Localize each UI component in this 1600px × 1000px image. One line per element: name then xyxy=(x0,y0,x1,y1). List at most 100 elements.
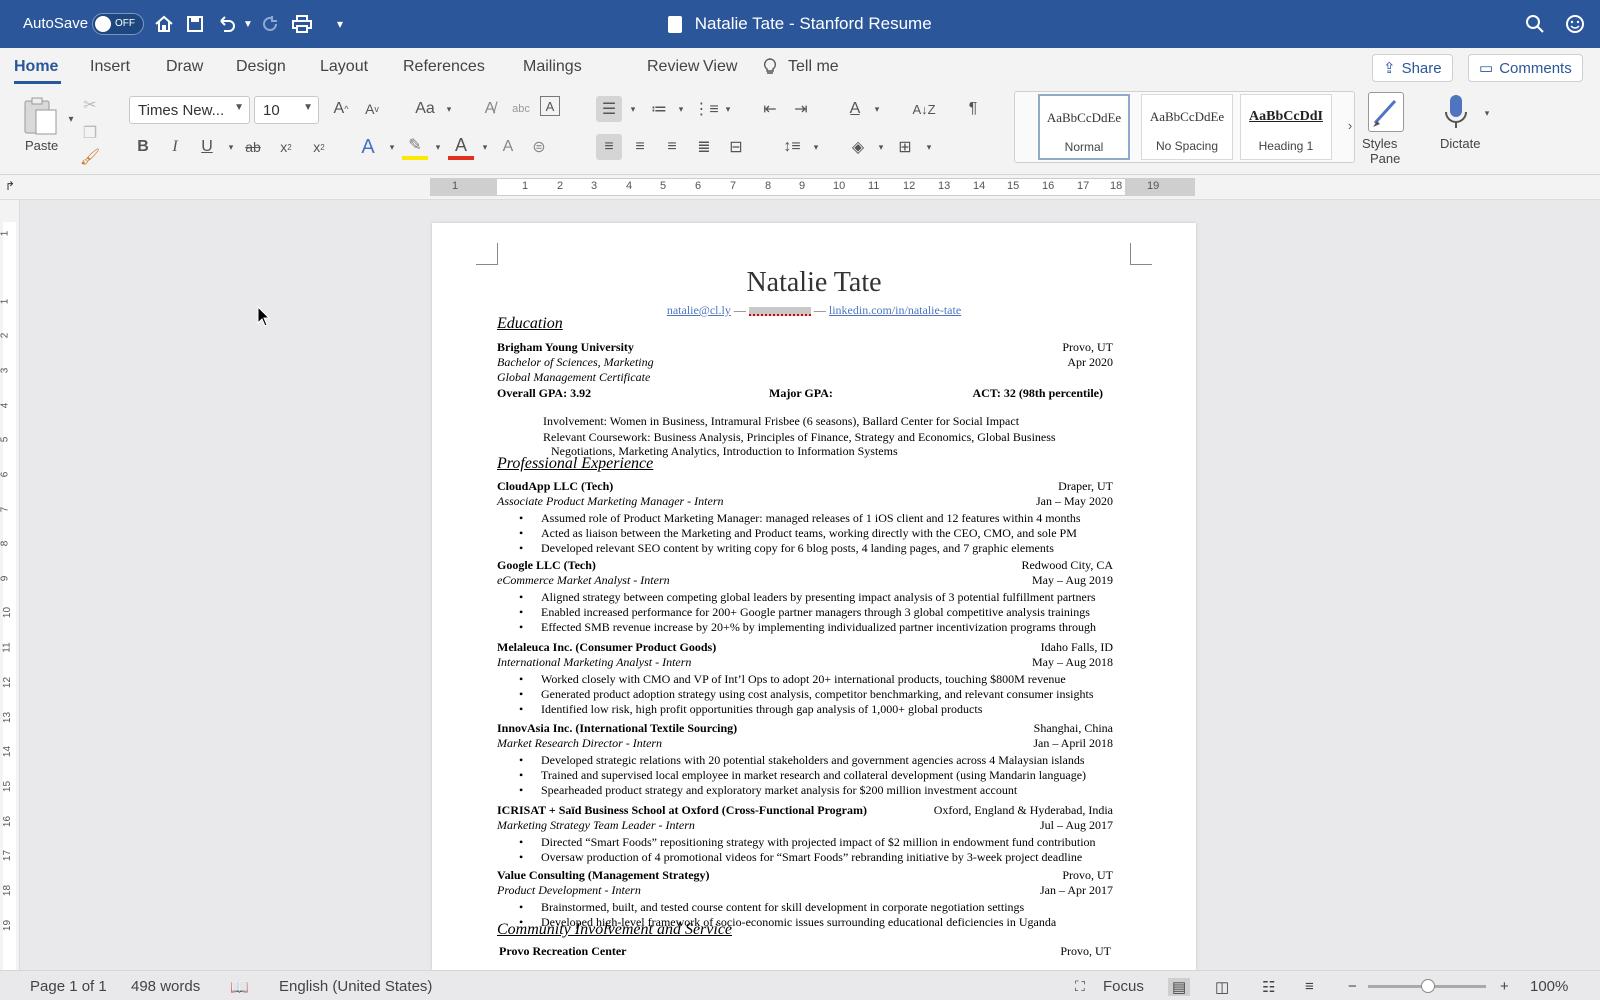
text-box-icon[interactable]: A xyxy=(540,96,560,116)
justify-button[interactable]: ≣ xyxy=(691,134,717,160)
format-painter-icon[interactable]: 🖌 xyxy=(77,144,103,170)
share-button[interactable]: ⇪ Share xyxy=(1372,54,1453,82)
increase-indent-icon[interactable]: ⇥ xyxy=(788,96,814,122)
style-name: No Spacing xyxy=(1155,139,1219,153)
linkedin-link[interactable]: linkedin.com/in/natalie-tate xyxy=(829,303,961,317)
list-item: • Directed “Smart Foods” repositioning st… xyxy=(519,835,1096,850)
align-right-button[interactable]: ≡ xyxy=(659,134,685,160)
tab-mailings[interactable]: Mailings xyxy=(523,58,582,76)
vertical-ruler-number: 12 xyxy=(2,676,14,689)
style-heading-1[interactable]: AaBbCcDdI Heading 1 xyxy=(1240,94,1332,160)
character-shading-icon[interactable]: A xyxy=(495,134,521,160)
active-tab-underline xyxy=(14,81,61,84)
line-spacing-icon[interactable]: ↕≡ xyxy=(779,134,805,160)
email-link[interactable]: natalie@cl.ly xyxy=(667,303,731,317)
font-size-select[interactable]: 10 ▼ xyxy=(254,96,319,124)
multilevel-dropdown-icon[interactable]: ▾ xyxy=(715,96,741,122)
zoom-slider-knob[interactable] xyxy=(1421,979,1435,993)
page-count[interactable]: Page 1 of 1 xyxy=(30,978,107,995)
copy-icon[interactable]: ❐ xyxy=(77,120,103,146)
zoom-out-icon[interactable]: − xyxy=(1348,978,1357,995)
bold-button[interactable]: B xyxy=(130,134,156,160)
tab-view[interactable]: View xyxy=(703,58,737,76)
bullets-icon[interactable]: ☰ xyxy=(596,96,622,122)
align-left-button[interactable]: ≡ xyxy=(596,134,622,160)
web-layout-icon[interactable]: ◫ xyxy=(1215,978,1229,996)
enclose-characters-icon[interactable]: ⊜ xyxy=(526,134,552,160)
job-title: Associate Product Marketing Manager - In… xyxy=(497,494,724,508)
tab-review[interactable]: Review xyxy=(647,58,699,76)
clear-formatting-icon[interactable]: A̸ xyxy=(477,96,503,122)
borders-dropdown-icon[interactable]: ▾ xyxy=(916,134,942,160)
underline-button[interactable]: U xyxy=(194,134,220,160)
outline-view-icon[interactable]: ☷ xyxy=(1262,978,1275,996)
vertical-ruler-number: 1 xyxy=(0,230,11,237)
decrease-indent-icon[interactable]: ⇤ xyxy=(757,96,783,122)
list-item: • Identified low risk, high profit opport… xyxy=(519,702,982,717)
ruler-number: 17 xyxy=(1077,180,1090,192)
smiley-icon[interactable] xyxy=(1563,12,1587,36)
horizontal-ruler[interactable]: ↱ 1 1 2 3 4 5 6 7 8 9 10 11 12 13 14 15 16 17 18 19 xyxy=(0,175,1600,200)
font-color-icon[interactable]: A xyxy=(448,134,474,160)
line-spacing-dropdown-icon[interactable]: ▾ xyxy=(803,134,829,160)
distributed-icon[interactable]: ⊟ xyxy=(723,134,749,160)
vertical-ruler-number: 18 xyxy=(2,884,14,897)
tell-me-search[interactable]: Tell me xyxy=(788,58,839,76)
tab-references[interactable]: References xyxy=(403,58,485,76)
zoom-level[interactable]: 100% xyxy=(1530,978,1568,995)
comments-button[interactable]: ▭ Comments xyxy=(1468,54,1583,82)
change-case-icon[interactable]: Aa xyxy=(412,96,438,122)
bullets-dropdown-icon[interactable]: ▾ xyxy=(620,96,646,122)
focus-icon[interactable]: ⛶ xyxy=(1075,978,1085,995)
grow-font-icon[interactable]: A ^ xyxy=(328,96,354,122)
bullet-text: Trained and supervised local employee in… xyxy=(541,768,1087,782)
bullet-icon: • xyxy=(519,702,524,716)
spelling-icon[interactable]: abc xyxy=(508,96,534,122)
borders-icon[interactable]: ⊞ xyxy=(892,134,918,160)
numbering-dropdown-icon[interactable]: ▾ xyxy=(668,96,694,122)
tab-home[interactable]: Home xyxy=(14,58,58,76)
change-case-dropdown-icon[interactable]: ▾ xyxy=(436,96,462,122)
bullet-text: Effected SMB revenue increase by 20+% by… xyxy=(541,620,1097,634)
school-location: Provo, UT xyxy=(1062,340,1113,354)
vertical-ruler[interactable]: 1 1 2 3 4 5 6 7 8 9 10 11 12 13 14 15 16 17 18 19 xyxy=(0,200,20,970)
style-no-spacing[interactable]: AaBbCcDdEe No Spacing xyxy=(1141,94,1233,160)
zoom-in-icon[interactable]: + xyxy=(1500,978,1509,995)
separator: — xyxy=(730,303,749,317)
shrink-font-icon[interactable]: Av xyxy=(359,96,385,122)
text-effects-icon[interactable]: A xyxy=(355,134,381,160)
print-layout-icon[interactable]: ▤ xyxy=(1168,978,1191,996)
asian-layout-dropdown-icon[interactable]: ▾ xyxy=(864,96,890,122)
dictate-dropdown-icon[interactable]: ▾ xyxy=(1474,100,1500,126)
font-name-select[interactable]: Times New... ▼ xyxy=(129,96,250,124)
shading-dropdown-icon[interactable]: ▾ xyxy=(868,134,894,160)
tab-layout[interactable]: Layout xyxy=(320,58,368,76)
tab-draw[interactable]: Draw xyxy=(166,58,203,76)
pilcrow-icon[interactable]: ¶ xyxy=(960,96,986,122)
paste-icon[interactable] xyxy=(22,96,58,136)
word-count[interactable]: 498 words xyxy=(131,978,200,995)
document-page[interactable]: Natalie Tate natalie@cl.ly — — linkedin.… xyxy=(432,223,1196,970)
bullet-text: Developed relevant SEO content by writin… xyxy=(541,541,1054,555)
style-normal[interactable]: AaBbCcDdEe Normal xyxy=(1038,94,1130,160)
strikethrough-button[interactable]: ab xyxy=(240,134,266,160)
tab-insert[interactable]: Insert xyxy=(90,58,130,76)
chevron-right-icon[interactable]: › xyxy=(1337,112,1363,138)
align-center-button[interactable]: ≡ xyxy=(627,134,653,160)
microphone-icon[interactable] xyxy=(1443,94,1469,135)
subscript-button[interactable]: x2 xyxy=(273,134,299,160)
vertical-ruler-number: 6 xyxy=(0,471,11,478)
proofing-icon[interactable]: 📖 xyxy=(230,978,249,996)
focus-label[interactable]: Focus xyxy=(1103,978,1144,995)
cut-icon[interactable]: ✂ xyxy=(77,92,103,118)
italic-button[interactable]: I xyxy=(162,134,188,160)
tab-selector-icon[interactable]: ↱ xyxy=(5,179,15,193)
tab-design[interactable]: Design xyxy=(236,58,286,76)
draft-view-icon[interactable]: ≡ xyxy=(1305,978,1314,995)
sort-icon[interactable]: A↓Z xyxy=(911,96,937,122)
superscript-button[interactable]: x2 xyxy=(306,134,332,160)
section-heading-education: Education xyxy=(497,315,563,332)
search-icon[interactable] xyxy=(1523,12,1547,36)
styles-pane-icon[interactable] xyxy=(1368,92,1404,132)
language[interactable]: English (United States) xyxy=(279,978,432,995)
